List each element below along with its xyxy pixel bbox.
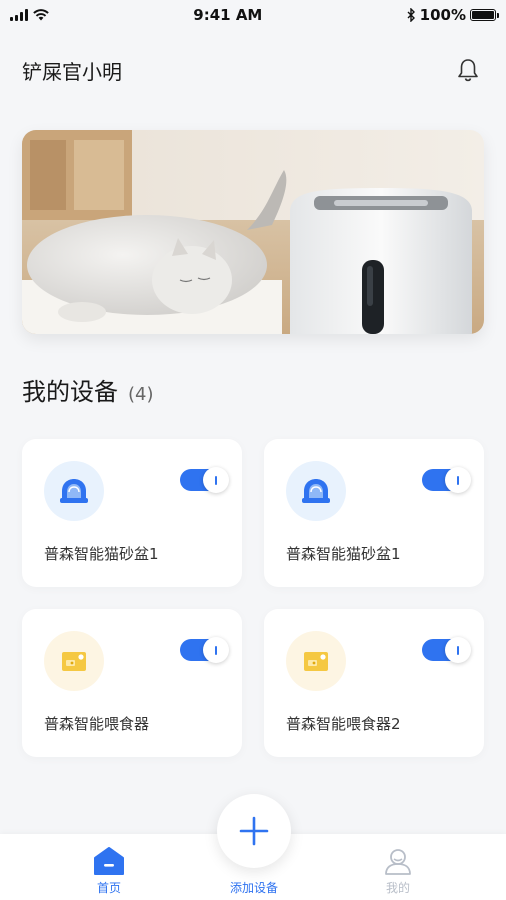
litter-box-icon bbox=[286, 461, 346, 521]
litter-box-icon bbox=[44, 461, 104, 521]
battery-icon bbox=[469, 9, 499, 21]
device-toggle[interactable] bbox=[422, 467, 471, 493]
nav-mine-label: 我的 bbox=[385, 881, 410, 895]
notification-button[interactable] bbox=[452, 54, 484, 86]
device-card[interactable]: 普森智能喂食器 bbox=[22, 609, 242, 757]
header: 铲屎官小明 bbox=[0, 45, 506, 95]
status-bar: 9:41 AM 100% bbox=[0, 0, 506, 30]
device-name: 普森智能猫砂盆1 bbox=[44, 545, 159, 563]
device-toggle[interactable] bbox=[422, 637, 471, 663]
section-title-text: 我的设备 bbox=[22, 378, 118, 406]
device-card[interactable]: 普森智能喂食器2 bbox=[264, 609, 484, 757]
device-count: (4) bbox=[128, 384, 154, 405]
nav-home[interactable]: 首页 bbox=[59, 840, 159, 896]
nav-add-label: 添加设备 bbox=[229, 881, 278, 895]
battery-percent: 100% bbox=[419, 6, 466, 24]
device-name: 普森智能猫砂盆1 bbox=[286, 545, 401, 563]
device-name: 普森智能喂食器 bbox=[44, 715, 150, 733]
feeder-icon bbox=[286, 631, 346, 691]
feeder-icon bbox=[44, 631, 104, 691]
status-time: 9:41 AM bbox=[193, 6, 263, 24]
bluetooth-icon bbox=[407, 8, 415, 22]
banner-image bbox=[22, 130, 484, 334]
add-device-button[interactable] bbox=[217, 794, 291, 868]
status-bar-left bbox=[10, 9, 49, 21]
signal-icon bbox=[10, 9, 28, 21]
nav-mine[interactable]: 我的 bbox=[348, 840, 448, 896]
plus-icon bbox=[239, 816, 269, 846]
device-name: 普森智能喂食器2 bbox=[286, 715, 401, 733]
device-toggle[interactable] bbox=[180, 467, 229, 493]
wifi-icon bbox=[33, 9, 49, 21]
device-toggle[interactable] bbox=[180, 637, 229, 663]
device-card[interactable]: 普森智能猫砂盆1 bbox=[264, 439, 484, 587]
promo-banner[interactable] bbox=[22, 130, 484, 334]
device-card[interactable]: 普森智能猫砂盆1 bbox=[22, 439, 242, 587]
home-icon bbox=[94, 847, 124, 875]
section-title: 我的设备 (4) bbox=[22, 372, 154, 412]
status-bar-right: 100% bbox=[407, 6, 499, 24]
user-icon bbox=[385, 849, 411, 875]
nav-home-label: 首页 bbox=[96, 881, 121, 895]
bell-icon bbox=[458, 59, 478, 82]
page-title: 铲屎官小明 bbox=[22, 59, 122, 84]
